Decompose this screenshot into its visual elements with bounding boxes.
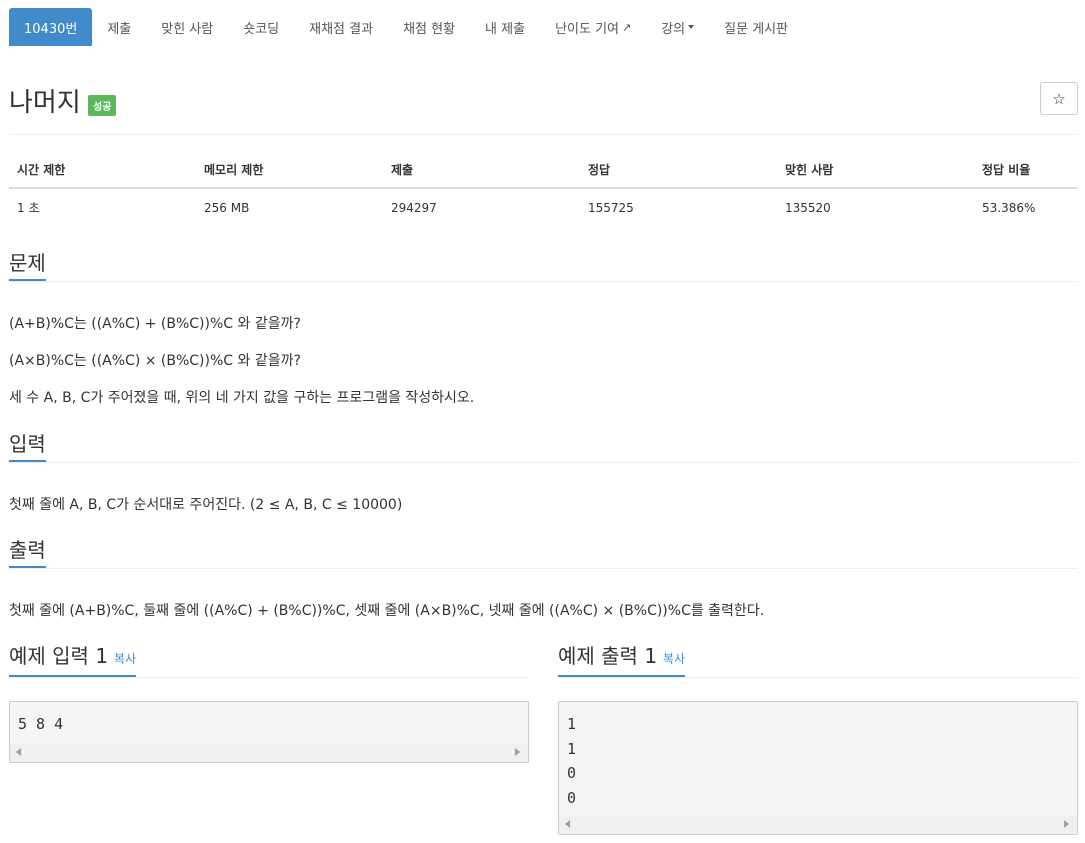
output-description: 첫째 줄에 (A+B)%C, 둘째 줄에 ((A%C) + (B%C))%C, … (9, 603, 765, 619)
sample-output-section: 예제 출력 1 복사 (558, 644, 1078, 678)
tab-label: 재채점 결과 (309, 21, 374, 37)
scroll-left-icon[interactable] (16, 748, 21, 756)
tab-solved-users[interactable]: 맞힌 사람 (146, 8, 228, 46)
column-header: 시간 제한 (9, 152, 196, 189)
tab-short-coding[interactable]: 숏코딩 (228, 8, 294, 46)
tab-label: 내 제출 (485, 21, 526, 37)
sample-heading-text: 예제 입력 1 (9, 644, 109, 668)
table-cell: 256 MB (204, 200, 250, 215)
code-line: 0 (567, 788, 577, 807)
tab-problem-number[interactable]: 10430번 (9, 8, 93, 46)
problem-header: 나머지 성공 ☆ (9, 82, 1078, 135)
sample-heading-text: 예제 출력 1 (558, 644, 658, 668)
horizontal-scrollbar[interactable] (559, 816, 1077, 834)
problem-info-table: 시간 제한 메모리 제한 제출 정답 맞힌 사람 정답 비율 1 초 256 M… (9, 152, 1078, 226)
table-cell: 294297 (391, 200, 437, 215)
code-line: 1 (567, 739, 577, 758)
problem-nav-tabs: 10430번 제출 맞힌 사람 숏코딩 재채점 결과 채점 현황 내 제출 난이… (9, 8, 803, 46)
section-heading-bar: 출력 (9, 538, 1078, 569)
table-cell: 135520 (785, 200, 831, 215)
table-cell: 155725 (588, 200, 634, 215)
status-badge: 성공 (88, 95, 117, 116)
copy-button[interactable]: 복사 (663, 652, 685, 666)
column-header: 정답 (580, 152, 777, 189)
external-link-icon: ↗ (622, 20, 632, 34)
output-section: 출력 (9, 538, 1078, 569)
table-cell: 1 초 (17, 201, 40, 215)
tab-submit[interactable]: 제출 (92, 8, 146, 46)
tab-lectures-dropdown[interactable]: 강의 (646, 8, 709, 46)
section-heading-bar: 예제 입력 1 복사 (9, 644, 529, 678)
description-line: (A+B)%C는 ((A%C) + (B%C))%C 와 같을까? (9, 316, 301, 332)
code-line: 5 8 4 (18, 715, 64, 733)
problem-title: 나머지 (9, 88, 81, 118)
tab-my-submissions[interactable]: 내 제출 (470, 8, 540, 46)
tab-label: 질문 게시판 (724, 21, 789, 37)
section-heading-bar: 예제 출력 1 복사 (558, 644, 1078, 678)
scroll-right-icon[interactable] (515, 748, 520, 756)
tab-rejudge-results[interactable]: 재채점 결과 (294, 8, 388, 46)
tab-difficulty-contribution[interactable]: 난이도 기여 ↗ (540, 8, 646, 46)
sample-input-lines: 5 8 4 (10, 702, 528, 737)
table-row: 1 초 256 MB 294297 155725 135520 53.386% (9, 188, 1078, 226)
tab-label: 난이도 기여 (555, 21, 619, 37)
tab-label: 숏코딩 (243, 21, 280, 37)
input-description: 첫째 줄에 A, B, C가 순서대로 주어진다. (2 ≤ A, B, C ≤… (9, 497, 403, 513)
section-heading: 출력 (9, 538, 46, 568)
tab-label: 제출 (107, 21, 132, 37)
tab-label: 채점 현황 (403, 21, 456, 37)
section-heading-bar: 문제 (9, 251, 1078, 282)
tab-label: 10430번 (24, 21, 78, 37)
tab-judge-status[interactable]: 채점 현황 (388, 8, 470, 46)
column-header: 제출 (383, 152, 580, 189)
column-header: 맞힌 사람 (777, 152, 974, 189)
section-heading: 문제 (9, 251, 46, 281)
sample-input-section: 예제 입력 1 복사 (9, 644, 529, 678)
table-header-row: 시간 제한 메모리 제한 제출 정답 맞힌 사람 정답 비율 (9, 152, 1078, 189)
sample-input-box[interactable]: 5 8 4 (9, 701, 529, 763)
table-cell: 53.386% (982, 200, 1036, 215)
tab-label: 강의 (661, 21, 686, 37)
section-heading-bar: 입력 (9, 432, 1078, 463)
copy-button[interactable]: 복사 (114, 652, 136, 666)
sample-output-box[interactable]: 1 1 0 0 (558, 701, 1078, 835)
section-heading: 예제 출력 1 복사 (558, 644, 686, 677)
tab-label: 맞힌 사람 (161, 21, 214, 37)
favorite-button[interactable]: ☆ (1040, 82, 1078, 115)
horizontal-scrollbar[interactable] (10, 744, 528, 762)
description-line: (A×B)%C는 ((A%C) × (B%C))%C 와 같을까? (9, 353, 301, 369)
code-line: 1 (567, 715, 577, 733)
caret-down-icon (688, 25, 695, 29)
section-heading: 입력 (9, 432, 46, 462)
star-icon: ☆ (1052, 89, 1066, 108)
sample-output-lines: 1 1 0 0 (559, 702, 1077, 810)
description-section: 문제 (9, 251, 1078, 282)
scroll-right-icon[interactable] (1064, 820, 1069, 828)
tab-question-board[interactable]: 질문 게시판 (709, 8, 803, 46)
section-heading: 예제 입력 1 복사 (9, 644, 137, 677)
column-header: 정답 비율 (974, 152, 1078, 189)
description-line: 세 수 A, B, C가 주어졌을 때, 위의 네 가지 값을 구하는 프로그램… (9, 390, 475, 406)
scroll-left-icon[interactable] (565, 820, 570, 828)
code-line: 0 (567, 764, 577, 782)
input-section: 입력 (9, 432, 1078, 463)
column-header: 메모리 제한 (196, 152, 383, 189)
